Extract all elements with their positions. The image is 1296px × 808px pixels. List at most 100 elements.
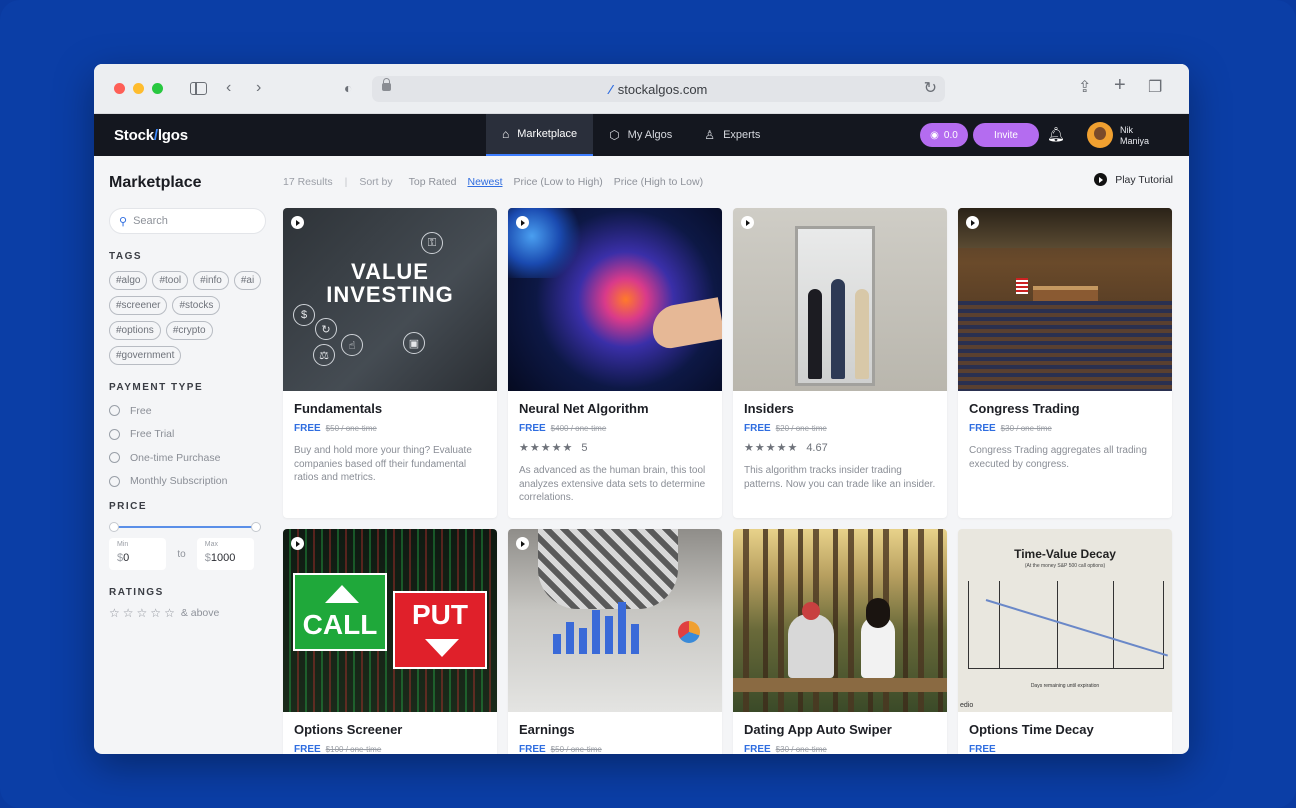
cursor-icon: ☝︎	[341, 334, 363, 356]
page-title: Marketplace	[109, 174, 202, 191]
play-icon[interactable]	[741, 216, 754, 229]
price-range-slider[interactable]	[109, 520, 261, 534]
algo-card[interactable]: CALL PUT Options Screener FREE $100 / one…	[283, 529, 497, 754]
close-window-button[interactable]	[114, 83, 125, 94]
algo-card[interactable]: Dating App Auto Swiper FREE $30 / one-tim…	[733, 529, 947, 754]
forward-icon[interactable]: ›	[256, 78, 261, 98]
back-icon[interactable]: ‹	[226, 78, 231, 98]
algo-card[interactable]: Neural Net Algorithm FREE $400 / one-time…	[508, 208, 722, 518]
card-title: Fundamentals	[294, 401, 383, 416]
card-title: Options Screener	[294, 722, 403, 737]
max-price-field[interactable]: Max $1000	[196, 538, 254, 570]
notifications-bell-icon[interactable]: 🔔︎	[1047, 126, 1065, 143]
tags-heading: TAGS	[109, 251, 143, 262]
card-title: Dating App Auto Swiper	[744, 722, 892, 737]
invite-button[interactable]: Invite	[973, 123, 1039, 147]
star-icon[interactable]: ☆	[150, 606, 161, 620]
nav-my-algos[interactable]: ⬡ My Algos	[593, 114, 688, 156]
card-price: FREE $50 / one-time	[519, 744, 602, 754]
sidebar-toggle-icon[interactable]	[190, 82, 207, 95]
algo-card[interactable]: Congress Trading FREE $30 / one-time Cong…	[958, 208, 1172, 518]
tag-chip[interactable]: #options	[109, 321, 161, 340]
card-rating: ★★★★★ 4.67	[744, 441, 828, 455]
algo-card[interactable]: Insiders FREE $20 / one-time ★★★★★ 4.67 Th…	[733, 208, 947, 518]
card-image	[733, 208, 947, 391]
radio-button[interactable]	[109, 452, 120, 464]
star-icon[interactable]: ☆	[109, 606, 120, 620]
play-icon[interactable]	[516, 216, 529, 229]
app-header: Stock/lgos ⌂ Marketplace ⬡ My Algos ♙ Ex…	[94, 114, 1189, 156]
tag-chip[interactable]: #info	[193, 271, 229, 290]
sort-newest[interactable]: Newest	[467, 176, 502, 188]
search-input[interactable]: ⚲ Search	[109, 208, 266, 234]
slider-min-handle[interactable]	[109, 522, 119, 532]
image-chart-xlabel: Days remaining until expiration	[1030, 683, 1100, 689]
tag-chip[interactable]: #government	[109, 346, 182, 365]
payment-option-one-time[interactable]: One-time Purchase	[109, 446, 254, 470]
sort-price-high-low[interactable]: Price (High to Low)	[614, 176, 703, 188]
payment-option-free[interactable]: Free	[109, 399, 254, 423]
results-area: 17 Results | Sort by Top Rated Newest Pr…	[283, 156, 1189, 754]
play-icon[interactable]	[291, 216, 304, 229]
tag-chip[interactable]: #ai	[233, 271, 262, 290]
tabs-overview-icon[interactable]: ❐	[1148, 78, 1162, 98]
play-tutorial-button[interactable]: Play Tutorial	[1094, 173, 1173, 186]
filters-sidebar: Marketplace ⚲ Search TAGS #algo #tool #i…	[94, 156, 269, 754]
payment-option-free-trial[interactable]: Free Trial	[109, 423, 254, 447]
radio-button[interactable]	[109, 428, 120, 440]
card-image	[508, 529, 722, 712]
new-tab-icon[interactable]: +	[1114, 75, 1126, 95]
tag-chip[interactable]: #crypto	[165, 321, 213, 340]
card-image	[958, 208, 1172, 391]
address-bar[interactable]: ∕ stockalgos.com ↻	[372, 76, 945, 102]
star-icon[interactable]: ☆	[123, 606, 134, 620]
reload-icon[interactable]: ↻	[924, 78, 937, 98]
results-count: 17 Results	[283, 176, 333, 188]
play-icon[interactable]	[291, 537, 304, 550]
card-description: As advanced as the human brain, this too…	[519, 465, 706, 503]
algo-card[interactable]: Time-Value Decay (At the money S&P 500 c…	[958, 529, 1172, 754]
algo-card[interactable]: Earnings FREE $50 / one-time	[508, 529, 722, 754]
card-title: Neural Net Algorithm	[519, 401, 649, 416]
nav-marketplace[interactable]: ⌂ Marketplace	[486, 114, 594, 156]
tag-chip[interactable]: #tool	[152, 271, 189, 290]
stockalgos-logo[interactable]: Stock/lgos	[114, 127, 188, 144]
algo-grid: VALUE INVESTING $ ↻ ☝︎ ⚖︎ ▣ ⚿ Fundamental…	[283, 208, 1172, 754]
image-caption: VALUE INVESTING	[326, 259, 454, 307]
credits-balance[interactable]: ◉ 0.0	[920, 123, 968, 147]
user-name[interactable]: Nik Maniya	[1120, 125, 1149, 147]
maximize-window-button[interactable]	[152, 83, 163, 94]
share-icon[interactable]: ⇪	[1078, 78, 1091, 98]
star-icon[interactable]: ☆	[137, 606, 148, 620]
tag-chip[interactable]: #algo	[109, 271, 148, 290]
tag-chip[interactable]: #stocks	[172, 296, 221, 315]
card-description: This algorithm tracks insider trading pa…	[744, 465, 936, 490]
play-icon[interactable]	[966, 216, 979, 229]
sort-top-rated[interactable]: Top Rated	[409, 176, 457, 188]
price-heading: PRICE	[109, 501, 148, 512]
payment-type-heading: PAYMENT TYPE	[109, 382, 204, 393]
card-price: FREE $100 / one-time	[294, 744, 382, 754]
min-price-field[interactable]: Min $0	[109, 538, 167, 570]
refresh-icon: ↻	[315, 318, 337, 340]
card-description: Buy and hold more your thing? Evaluate c…	[294, 445, 472, 483]
shield-icon[interactable]: ◐	[344, 78, 352, 98]
payment-option-monthly[interactable]: Monthly Subscription	[109, 470, 254, 494]
slider-max-handle[interactable]	[251, 522, 261, 532]
radio-button[interactable]	[109, 405, 120, 417]
radio-button[interactable]	[109, 475, 120, 487]
nav-experts[interactable]: ♙ Experts	[688, 114, 776, 156]
play-icon[interactable]	[516, 537, 529, 550]
image-chart-title: Time-Value Decay	[1014, 547, 1116, 561]
avatar[interactable]	[1087, 122, 1113, 148]
browser-window: ‹ › ◐ ∕ stockalgos.com ↻ ⇪ + ❐ Stock/lgo…	[94, 64, 1189, 754]
rating-filter[interactable]: ☆ ☆ ☆ ☆ ☆ & above	[109, 606, 254, 620]
slider-track	[114, 526, 256, 528]
algo-card[interactable]: VALUE INVESTING $ ↻ ☝︎ ⚖︎ ▣ ⚿ Fundamental…	[283, 208, 497, 518]
tag-chip[interactable]: #screener	[109, 296, 168, 315]
sort-price-low-high[interactable]: Price (Low to High)	[514, 176, 603, 188]
sort-by-label: Sort by	[359, 176, 393, 188]
minimize-window-button[interactable]	[133, 83, 144, 94]
card-image	[733, 529, 947, 712]
star-icon[interactable]: ☆	[164, 606, 175, 620]
